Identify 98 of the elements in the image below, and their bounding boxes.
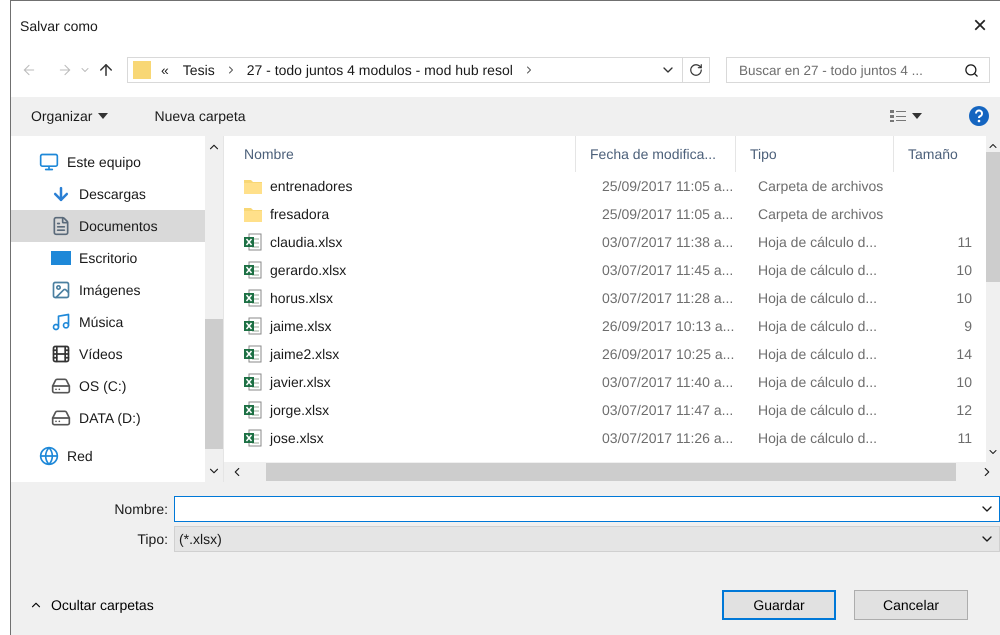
- table-cell-text: Hoja de cálculo d...: [757, 234, 878, 250]
- column-header[interactable]: Fecha de modifica...: [576, 136, 736, 172]
- table-cell-text: 26/09/2017 10:25 a...: [601, 346, 736, 362]
- sidebar-item[interactable]: Documentos: [11, 210, 205, 242]
- folder-icon: [244, 178, 262, 194]
- table-cell-text: 03/07/2017 11:28 a...: [601, 290, 734, 306]
- table-cell-text: 03/07/2017 11:47 a...: [601, 402, 734, 418]
- details-view-icon: [890, 110, 906, 122]
- spreadsheet-icon: [244, 261, 262, 279]
- help-icon: [968, 105, 990, 127]
- table-cell-text: Hoja de cálculo d...: [757, 290, 878, 306]
- table-cell-text: 25/09/2017 11:05 a...: [601, 206, 734, 222]
- sidebar-item[interactable]: Descargas: [11, 178, 205, 210]
- file-type-dropdown[interactable]: (*.xlsx): [174, 526, 1000, 552]
- up-button[interactable]: [97, 61, 115, 79]
- caret-icon: [912, 113, 922, 119]
- column-header[interactable]: Tipo: [736, 136, 894, 172]
- table-cell-text: Carpeta de archivos: [757, 206, 884, 222]
- spreadsheet-icon: [244, 373, 262, 391]
- breadcrumb[interactable]: Tesis: [178, 62, 219, 78]
- sidebar-item[interactable]: Imágenes: [11, 274, 205, 306]
- file-name[interactable]: entrenadores: [244, 178, 590, 194]
- folder-icon: [244, 206, 262, 222]
- field-label: Tipo:: [136, 531, 168, 547]
- folder-icon: [133, 60, 151, 80]
- new-folder-button[interactable]: Nueva carpeta: [146, 104, 254, 128]
- table-cell-text: 10: [955, 374, 973, 390]
- table-cell-text: 11: [956, 430, 973, 446]
- table-cell-text: 26/09/2017 10:13 a...: [601, 318, 736, 334]
- organize-menu[interactable]: Organizar: [23, 104, 116, 128]
- drive-icon: [51, 408, 71, 428]
- file-name[interactable]: jaime2.xlsx: [244, 345, 590, 363]
- file-name[interactable]: jaime.xlsx: [244, 317, 590, 335]
- breadcrumb[interactable]: 27 - todo juntos 4 modulos - mod hub resol: [242, 62, 517, 78]
- table-cell-text: Hoja de cálculo d...: [757, 374, 878, 390]
- spreadsheet-icon: [244, 233, 262, 251]
- sidebar-item[interactable]: Música: [11, 306, 205, 338]
- desktop-icon: [51, 250, 71, 266]
- spreadsheet-icon: [244, 317, 262, 335]
- table-cell-text: 11: [956, 234, 973, 250]
- table-cell-text: Carpeta de archivos: [757, 178, 884, 194]
- computer-icon: [39, 152, 59, 172]
- column-header[interactable]: Nombre: [230, 136, 576, 172]
- file-name[interactable]: jorge.xlsx: [244, 401, 590, 419]
- document-icon: [51, 216, 71, 236]
- file-name[interactable]: gerardo.xlsx: [244, 261, 590, 279]
- spreadsheet-icon: [244, 289, 262, 307]
- table-cell-text: 03/07/2017 11:26 a...: [601, 430, 734, 446]
- cancel-button[interactable]: Cancelar: [854, 590, 968, 620]
- sidebar-item[interactable]: Red: [11, 440, 205, 472]
- window-title: Salvar como: [20, 18, 98, 34]
- field-label: Nombre:: [113, 501, 168, 517]
- table-cell-text: 25/09/2017 11:05 a...: [601, 178, 734, 194]
- music-note-icon: [51, 312, 71, 332]
- table-cell-text: Hoja de cálculo d...: [757, 318, 878, 334]
- network-icon: [39, 446, 59, 466]
- save-button[interactable]: Guardar: [722, 590, 836, 620]
- picture-icon: [51, 280, 71, 300]
- spreadsheet-icon: [244, 429, 262, 447]
- film-icon: [51, 344, 71, 364]
- close-button[interactable]: ×: [960, 6, 1000, 46]
- file-name[interactable]: claudia.xlsx: [244, 233, 590, 251]
- download-arrow-icon: [51, 184, 71, 204]
- table-cell-text: 9: [963, 318, 973, 334]
- sidebar-item[interactable]: OS (C:): [11, 370, 205, 402]
- table-cell-text: 10: [955, 262, 973, 278]
- sidebar-item[interactable]: Escritorio: [11, 242, 205, 274]
- search-field[interactable]: Buscar en 27 - todo juntos 4 ...: [726, 57, 990, 83]
- table-cell-text: 03/07/2017 11:38 a...: [601, 234, 734, 250]
- table-cell-text: 12: [955, 402, 973, 418]
- search-icon: [964, 62, 979, 78]
- table-cell-text: Hoja de cálculo d...: [757, 430, 878, 446]
- table-cell-text: 14: [955, 346, 973, 362]
- sidebar-item[interactable]: Este equipo: [11, 146, 205, 178]
- file-name-field[interactable]: [174, 496, 1000, 522]
- table-cell-text: Hoja de cálculo d...: [757, 402, 878, 418]
- hide-folders-button[interactable]: Ocultar carpetas: [23, 596, 160, 614]
- overflow-chevron[interactable]: «: [157, 62, 173, 78]
- help-button[interactable]: [968, 105, 990, 127]
- table-cell-text: Hoja de cálculo d...: [757, 346, 878, 362]
- caret-icon: [98, 113, 108, 119]
- table-cell-text: 03/07/2017 11:45 a...: [601, 262, 734, 278]
- file-name[interactable]: jose.xlsx: [244, 429, 590, 447]
- sidebar-item[interactable]: Vídeos: [11, 338, 205, 370]
- file-name[interactable]: javier.xlsx: [244, 373, 590, 391]
- column-header[interactable]: Tamaño: [894, 136, 986, 172]
- table-cell-text: Hoja de cálculo d...: [757, 262, 878, 278]
- spreadsheet-icon: [244, 401, 262, 419]
- table-cell-text: 03/07/2017 11:40 a...: [601, 374, 734, 390]
- horizontal-scrollbar[interactable]: [224, 462, 1000, 482]
- sidebar-item[interactable]: DATA (D:): [11, 402, 205, 434]
- table-cell-text: 10: [955, 290, 973, 306]
- spreadsheet-icon: [244, 345, 262, 363]
- drive-icon: [51, 376, 71, 396]
- refresh-icon: [689, 63, 703, 77]
- address-bar[interactable]: « Tesis 27 - todo juntos 4 modulos - mod hub resol: [127, 57, 710, 83]
- file-name[interactable]: fresadora: [244, 206, 590, 222]
- file-name[interactable]: horus.xlsx: [244, 289, 590, 307]
